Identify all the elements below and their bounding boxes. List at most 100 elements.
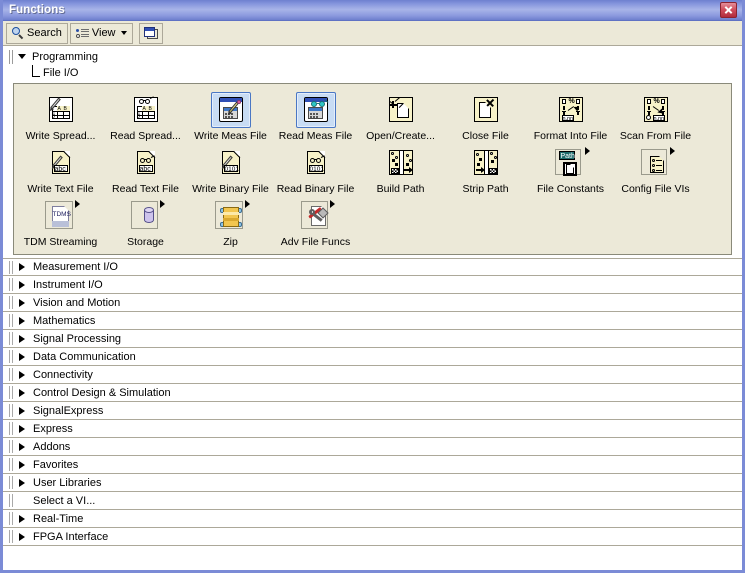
breadcrumb-level-2-label: File I/O xyxy=(43,67,79,79)
category-row[interactable]: SignalExpress xyxy=(3,402,742,420)
triangle-right-icon[interactable] xyxy=(19,280,25,289)
storage-icon xyxy=(130,200,162,232)
palette-row: TDMS TDM Streaming Storage Zip Adv File … xyxy=(18,196,727,249)
triangle-right-icon[interactable] xyxy=(19,532,25,541)
category-label: Data Communication xyxy=(33,350,136,363)
triangle-down-icon[interactable] xyxy=(18,54,26,59)
close-icon[interactable] xyxy=(720,2,737,18)
category-label: Favorites xyxy=(33,458,79,471)
palette-item-storage[interactable]: Storage xyxy=(103,196,188,249)
palette-item-label: Config File VIs xyxy=(621,183,690,195)
category-row[interactable]: Addons xyxy=(3,438,742,456)
palette-row: A B 1 2 Write Spread... A B 1 2 Read Spr… xyxy=(18,90,727,143)
drag-grip-icon xyxy=(9,476,14,489)
category-row[interactable]: Express xyxy=(3,420,742,438)
palette-item-format-into-file[interactable]: % n.nn Format Into File xyxy=(528,90,613,143)
triangle-right-icon[interactable] xyxy=(19,370,25,379)
palette-item-write-spreadsheet[interactable]: A B 1 2 Write Spread... xyxy=(18,90,103,143)
category-row[interactable]: Instrument I/O xyxy=(3,276,742,294)
palette-item-write-meas-file[interactable]: Write Meas File xyxy=(188,90,273,143)
drag-grip-icon xyxy=(9,350,14,363)
category-row[interactable]: Connectivity xyxy=(3,366,742,384)
drag-grip-icon xyxy=(9,278,14,291)
triangle-right-icon[interactable] xyxy=(19,298,25,307)
file-io-palette: A B 1 2 Write Spread... A B 1 2 Read Spr… xyxy=(13,83,732,255)
triangle-right-icon[interactable] xyxy=(19,460,25,469)
drag-grip-icon xyxy=(9,512,14,525)
drag-grip-icon xyxy=(9,494,14,507)
read-binary-file-icon: 0101 xyxy=(300,147,332,179)
palette-item-iconbox: abc xyxy=(126,145,166,181)
palette-item-adv-file-funcs[interactable]: Adv File Funcs xyxy=(273,196,358,249)
category-row[interactable]: User Libraries xyxy=(3,474,742,492)
drag-grip-icon xyxy=(9,296,14,309)
window-frame: Functions Search View Programming File I… xyxy=(0,0,745,573)
category-label: SignalExpress xyxy=(33,404,104,417)
triangle-right-icon[interactable] xyxy=(19,424,25,433)
submenu-arrow-icon xyxy=(244,200,250,208)
triangle-right-icon[interactable] xyxy=(19,388,25,397)
category-row[interactable]: Measurement I/O xyxy=(3,258,742,276)
category-row[interactable]: Favorites xyxy=(3,456,742,474)
category-row[interactable]: Select a VI... xyxy=(3,492,742,510)
triangle-right-icon[interactable] xyxy=(19,478,25,487)
triangle-right-icon[interactable] xyxy=(19,442,25,451)
category-row[interactable]: Mathematics xyxy=(3,312,742,330)
triangle-right-icon[interactable] xyxy=(19,263,25,271)
palette-item-iconbox xyxy=(296,198,336,234)
palette-wrapper: A B 1 2 Write Spread... A B 1 2 Read Spr… xyxy=(3,81,742,255)
palette-item-write-binary-file[interactable]: 0101 Write Binary File xyxy=(188,143,273,196)
breadcrumb-level-1[interactable]: Programming xyxy=(3,49,742,64)
drag-grip-icon xyxy=(9,422,14,435)
triangle-right-icon[interactable] xyxy=(19,334,25,343)
palette-item-label: Scan From File xyxy=(619,130,692,142)
palette-item-label: Zip xyxy=(223,236,238,248)
category-row[interactable]: FPGA Interface xyxy=(3,528,742,546)
drag-grip-icon xyxy=(9,49,14,64)
palette-item-config-file-vis[interactable]: Config File VIs xyxy=(613,143,698,196)
palette-item-close-file[interactable]: Close File xyxy=(443,90,528,143)
category-label: FPGA Interface xyxy=(33,530,109,543)
category-label: Addons xyxy=(33,440,71,453)
titlebar: Functions xyxy=(3,0,742,21)
drag-grip-icon xyxy=(9,530,14,543)
palette-item-file-constants[interactable]: Path File Constants xyxy=(528,143,613,196)
palette-empty-cell xyxy=(528,196,613,249)
palette-item-tdm-streaming[interactable]: TDMS TDM Streaming xyxy=(18,196,103,249)
palette-item-iconbox: % n.nn xyxy=(636,92,676,128)
triangle-right-icon[interactable] xyxy=(19,406,25,415)
submenu-arrow-icon xyxy=(74,200,80,208)
palette-row: abc Write Text File abc Read Text File 0… xyxy=(18,143,727,196)
restore-palette-button[interactable] xyxy=(138,22,163,44)
view-button[interactable]: View xyxy=(69,22,133,44)
category-row[interactable]: Signal Processing xyxy=(3,330,742,348)
breadcrumb-level-2[interactable]: File I/O xyxy=(3,64,742,79)
palette-item-label: Adv File Funcs xyxy=(280,236,351,248)
palette-item-read-spreadsheet[interactable]: A B 1 2 Read Spread... xyxy=(103,90,188,143)
category-row[interactable]: Control Design & Simulation xyxy=(3,384,742,402)
palette-item-label: Storage xyxy=(127,236,164,248)
triangle-right-icon[interactable] xyxy=(19,316,25,325)
palette-item-write-text-file[interactable]: abc Write Text File xyxy=(18,143,103,196)
palette-item-label: Build Path xyxy=(376,183,425,195)
palette-item-strip-path[interactable]: Strip Path xyxy=(443,143,528,196)
palette-item-build-path[interactable]: Build Path xyxy=(358,143,443,196)
triangle-right-icon[interactable] xyxy=(19,352,25,361)
palette-item-read-text-file[interactable]: abc Read Text File xyxy=(103,143,188,196)
palette-item-iconbox xyxy=(466,92,506,128)
palette-item-iconbox: A B 1 2 xyxy=(41,92,81,128)
palette-item-scan-from-file[interactable]: % n.nn Scan From File xyxy=(613,90,698,143)
palette-item-read-binary-file[interactable]: 0101 Read Binary File xyxy=(273,143,358,196)
category-row[interactable]: Real-Time xyxy=(3,510,742,528)
palette-item-label: Read Meas File xyxy=(278,130,353,142)
category-row[interactable]: Vision and Motion xyxy=(3,294,742,312)
triangle-right-icon[interactable] xyxy=(19,514,25,523)
palette-item-open-create-replace[interactable]: Open/Create... xyxy=(358,90,443,143)
category-row[interactable]: Data Communication xyxy=(3,348,742,366)
palette-item-read-meas-file[interactable]: Read Meas File xyxy=(273,90,358,143)
category-label: Control Design & Simulation xyxy=(33,386,171,399)
view-button-label: View xyxy=(91,27,116,39)
palette-item-zip[interactable]: Zip xyxy=(188,196,273,249)
palette-item-iconbox: TDMS xyxy=(41,198,81,234)
search-button[interactable]: Search xyxy=(6,22,68,44)
